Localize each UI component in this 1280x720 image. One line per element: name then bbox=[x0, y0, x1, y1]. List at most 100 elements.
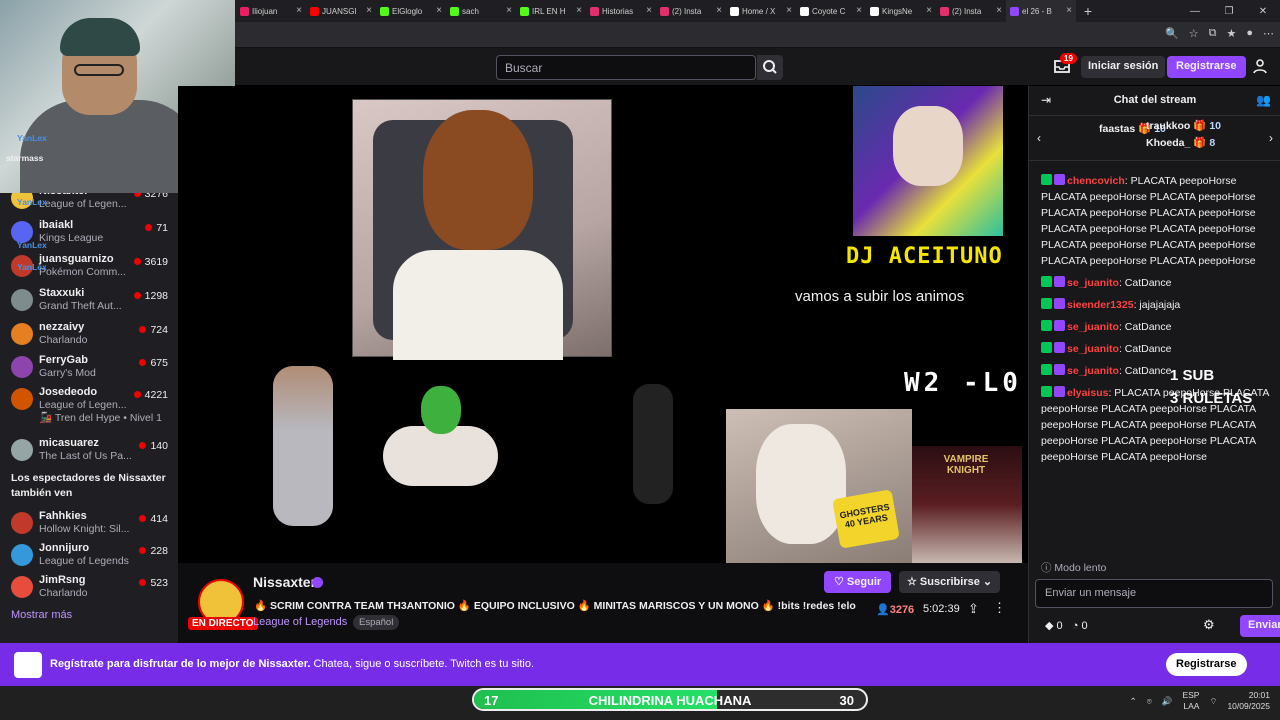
sidebar-channel[interactable]: micasuarez The Last of Us Pa... 140 bbox=[0, 435, 178, 468]
search-input[interactable]: Buscar bbox=[496, 55, 756, 80]
new-tab-icon[interactable]: + bbox=[1076, 3, 1100, 19]
chat-username[interactable]: se_juanito bbox=[1067, 343, 1119, 355]
close-window-icon[interactable]: ✕ bbox=[1246, 6, 1280, 17]
channel-viewer-count: 675 bbox=[150, 357, 168, 369]
top-gifter[interactable]: traukkoo 🎁 10 bbox=[1146, 119, 1221, 132]
browser-tab[interactable]: (2) Insta × bbox=[936, 0, 1006, 22]
close-tab-icon[interactable]: × bbox=[646, 5, 652, 16]
close-tab-icon[interactable]: × bbox=[576, 5, 582, 16]
channel-game: League of Legen... bbox=[39, 198, 127, 210]
chat-username[interactable]: se_juanito bbox=[1067, 321, 1119, 333]
viewer-icon: 👤 bbox=[876, 604, 890, 616]
tray-chevron-up-icon[interactable]: ⌃ bbox=[1130, 696, 1137, 707]
channel-avatar bbox=[11, 323, 33, 345]
browser-tab[interactable]: Historias × bbox=[586, 0, 656, 22]
sidebar-channel[interactable]: Josedeodo League of Legen... 4221 🚂 Tren de… bbox=[0, 384, 178, 424]
browser-tab[interactable]: IRL EN H × bbox=[516, 0, 586, 22]
share-icon[interactable]: ⇪ bbox=[968, 601, 979, 617]
streamer-name[interactable]: Nissaxter bbox=[253, 574, 316, 590]
verified-icon bbox=[312, 577, 323, 588]
sidebar-channel[interactable]: FerryGab Garry's Mod 675 bbox=[0, 352, 178, 385]
extensions-icon[interactable]: ⧉ bbox=[1209, 27, 1217, 40]
chat-overlay-tag: YanLex bbox=[17, 197, 47, 207]
also-watch-header: Los espectadores de Nissaxter también ve… bbox=[11, 472, 166, 499]
close-tab-icon[interactable]: × bbox=[506, 5, 512, 16]
notification-badge: 19 bbox=[1060, 53, 1077, 64]
chat-input[interactable]: Enviar un mensaje bbox=[1035, 579, 1273, 608]
video-player[interactable]: DJ ACEITUNO vamos a subir los animos W2 … bbox=[178, 86, 1028, 563]
browser-tab[interactable]: KingsNe × bbox=[866, 0, 936, 22]
minimize-icon[interactable]: — bbox=[1178, 6, 1212, 17]
chat-username[interactable]: sieender1325 bbox=[1067, 299, 1134, 311]
clock[interactable]: 20:01 10/09/2025 bbox=[1227, 690, 1270, 712]
maximize-icon[interactable]: ❐ bbox=[1212, 6, 1246, 17]
tab-favicon-icon bbox=[310, 6, 319, 16]
favorites-icon[interactable]: ★ bbox=[1226, 27, 1236, 40]
sidebar-channel[interactable]: Staxxuki Grand Theft Aut... 1298 bbox=[0, 285, 178, 318]
tab-label: Historias bbox=[602, 6, 634, 16]
browser-tab[interactable]: Coyote C × bbox=[796, 0, 866, 22]
network-icon[interactable]: ⌾ bbox=[1147, 696, 1152, 707]
register-button[interactable]: Registrarse bbox=[1167, 56, 1246, 78]
volume-icon[interactable]: 🔊 bbox=[1162, 696, 1173, 707]
channel-points[interactable]: ◆ 0 ◔ 0 bbox=[1045, 619, 1088, 632]
browser-tab[interactable]: Home / X × bbox=[726, 0, 796, 22]
chevron-right-icon[interactable]: › bbox=[1269, 131, 1273, 145]
banner-register-button[interactable]: Registrarse bbox=[1166, 653, 1247, 676]
browser-tab[interactable]: ElGloglo × bbox=[376, 0, 446, 22]
top-gifter[interactable]: Khoeda_ 🎁 8 bbox=[1146, 136, 1215, 149]
user-icon[interactable] bbox=[1252, 58, 1268, 74]
chevron-left-icon[interactable]: ‹ bbox=[1037, 131, 1041, 145]
profile-icon[interactable]: ● bbox=[1246, 27, 1253, 40]
subscribe-button[interactable]: ☆ Suscribirse ⌄ bbox=[899, 571, 1001, 593]
browser-tab[interactable]: sach × bbox=[446, 0, 516, 22]
language-tag[interactable]: Español bbox=[353, 615, 400, 630]
chat-username[interactable]: elyaisus bbox=[1067, 387, 1108, 399]
menu-icon[interactable]: ⋯ bbox=[1263, 27, 1274, 40]
close-tab-icon[interactable]: × bbox=[366, 5, 372, 16]
zoom-icon[interactable]: 🔍 bbox=[1165, 27, 1179, 40]
browser-tab[interactable]: (2) Insta × bbox=[656, 0, 726, 22]
lang-indicator[interactable]: ESP LAA bbox=[1182, 690, 1199, 712]
browser-tab[interactable]: JUANSGI × bbox=[306, 0, 376, 22]
chat-message: se_juanito: CatDance bbox=[1041, 363, 1271, 379]
wifi-icon[interactable]: ⌔ bbox=[1209, 696, 1217, 707]
browser-tab[interactable]: Iliojuan × bbox=[236, 0, 306, 22]
chat-username[interactable]: se_juanito bbox=[1067, 365, 1119, 377]
send-button[interactable]: Enviar bbox=[1240, 615, 1280, 637]
recommended-channel[interactable]: Fahhkies Hollow Knight: Sil... 414 bbox=[0, 508, 178, 541]
gifter-count-value: 8 bbox=[1209, 137, 1216, 149]
close-tab-icon[interactable]: × bbox=[856, 5, 862, 16]
close-tab-icon[interactable]: × bbox=[996, 5, 1002, 16]
live-dot-icon bbox=[139, 515, 147, 522]
chat-username[interactable]: se_juanito bbox=[1067, 277, 1119, 289]
recommended-channel[interactable]: JimRsng Charlando 523 bbox=[0, 572, 178, 605]
more-options-icon[interactable]: ⋮ bbox=[993, 600, 1006, 616]
frog-shape bbox=[421, 386, 461, 434]
chat-username[interactable]: chencovich bbox=[1067, 175, 1125, 187]
channel-viewer-count: 140 bbox=[150, 440, 168, 452]
search-button[interactable] bbox=[757, 55, 783, 80]
game-link[interactable]: League of Legends bbox=[253, 616, 347, 628]
follow-button[interactable]: ♡ Seguir bbox=[824, 571, 892, 593]
screen: Iliojuan × JUANSGI × ElGloglo × sach × IRL EN H ×… bbox=[0, 0, 1280, 720]
close-tab-icon[interactable]: × bbox=[716, 5, 722, 16]
clock-time: 20:01 bbox=[1248, 690, 1270, 700]
close-tab-icon[interactable]: × bbox=[926, 5, 932, 16]
badge-icon bbox=[1054, 364, 1065, 375]
recommended-channel[interactable]: Jonnijuro League of Legends 228 bbox=[0, 540, 178, 573]
sidebar-channel[interactable]: nezzaivy Charlando 724 bbox=[0, 319, 178, 352]
close-tab-icon[interactable]: × bbox=[296, 5, 302, 16]
login-button[interactable]: Iniciar sesión bbox=[1081, 56, 1166, 78]
close-tab-icon[interactable]: × bbox=[786, 5, 792, 16]
close-tab-icon[interactable]: × bbox=[436, 5, 442, 16]
browser-tab[interactable]: el 26 - B × bbox=[1006, 0, 1076, 22]
channel-viewers: 414 bbox=[139, 513, 168, 525]
show-more-link[interactable]: Mostrar más bbox=[11, 609, 72, 621]
channel-viewer-count: 228 bbox=[150, 545, 168, 557]
close-tab-icon[interactable]: × bbox=[1066, 5, 1072, 16]
chat-settings-icon[interactable]: ⚙ bbox=[1203, 617, 1215, 633]
star-icon[interactable]: ☆ bbox=[1189, 27, 1199, 40]
chat-users-icon[interactable]: 👥 bbox=[1256, 93, 1271, 107]
webcam-person-hat bbox=[60, 18, 140, 56]
